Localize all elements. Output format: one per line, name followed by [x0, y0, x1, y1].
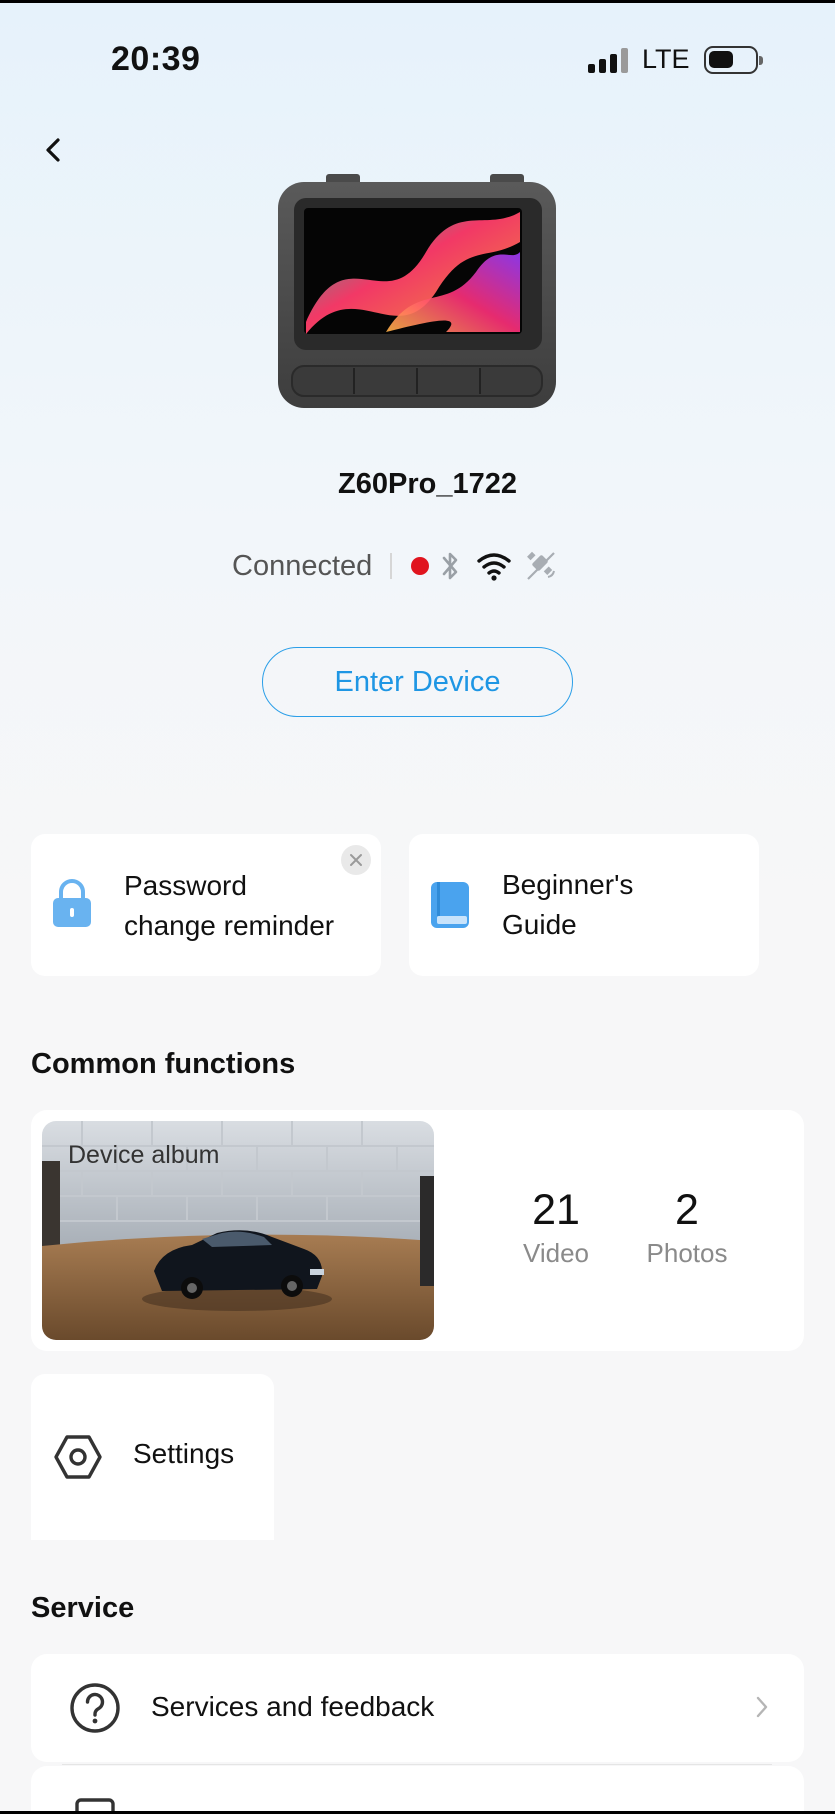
video-label: Video [522, 1238, 590, 1268]
services-feedback-label: Services and feedback [151, 1691, 435, 1722]
video-count-stat[interactable]: 21 Video [501, 1186, 611, 1269]
status-separator [390, 553, 393, 579]
reminder-title-line1: Password [124, 870, 247, 901]
battery-icon [703, 45, 763, 74]
next-service-item[interactable] [31, 1766, 804, 1814]
photo-label: Photos [646, 1238, 728, 1268]
list-divider [62, 1764, 772, 1765]
dismiss-reminder-button[interactable] [341, 845, 371, 875]
reminder-title-line2: change reminder [124, 910, 335, 941]
lock-icon [53, 879, 91, 927]
close-icon [350, 854, 362, 866]
question-circle-icon [70, 1683, 120, 1733]
connection-status-row: Connected [232, 546, 566, 586]
device-album-label: Device album [68, 1141, 220, 1169]
enter-device-button[interactable]: Enter Device [262, 647, 573, 717]
bluetooth-icon [438, 549, 462, 583]
wifi-icon [476, 551, 512, 581]
back-button[interactable] [36, 128, 76, 172]
beginners-guide-card[interactable]: Beginner's Guide [409, 834, 759, 976]
services-feedback-item[interactable]: Services and feedback [31, 1654, 804, 1762]
recording-dot-icon [410, 556, 430, 576]
album-thumbnail[interactable]: Device album [42, 1121, 434, 1340]
photo-count: 2 [675, 1186, 699, 1234]
password-reminder-card[interactable]: Password change reminder [31, 834, 381, 976]
dashcam-image [278, 174, 556, 408]
common-functions-title: Common functions [31, 1048, 296, 1080]
gear-icon [54, 1435, 102, 1479]
chevron-left-icon [46, 138, 60, 162]
status-indicators: LTE [588, 44, 763, 75]
device-name: Z60Pro_1722 [338, 468, 517, 500]
status-time: 20:39 [111, 40, 201, 78]
top-border [0, 0, 835, 3]
guide-title-line1: Beginner's [502, 869, 634, 900]
guide-title-line2: Guide [502, 909, 577, 940]
settings-card[interactable]: Settings [31, 1374, 274, 1540]
service-title: Service [31, 1592, 135, 1624]
device-album-card[interactable]: Device album 21 Video 2 Photos [31, 1110, 804, 1351]
video-count: 21 [532, 1186, 580, 1234]
chevron-right-icon [756, 1696, 768, 1718]
photo-count-stat[interactable]: 2 Photos [632, 1186, 742, 1269]
connection-status-text: Connected [232, 549, 373, 582]
book-icon [431, 882, 469, 928]
gps-off-icon [524, 549, 558, 583]
signal-icon [588, 47, 628, 73]
settings-label: Settings [133, 1438, 235, 1469]
network-type: LTE [642, 44, 690, 74]
